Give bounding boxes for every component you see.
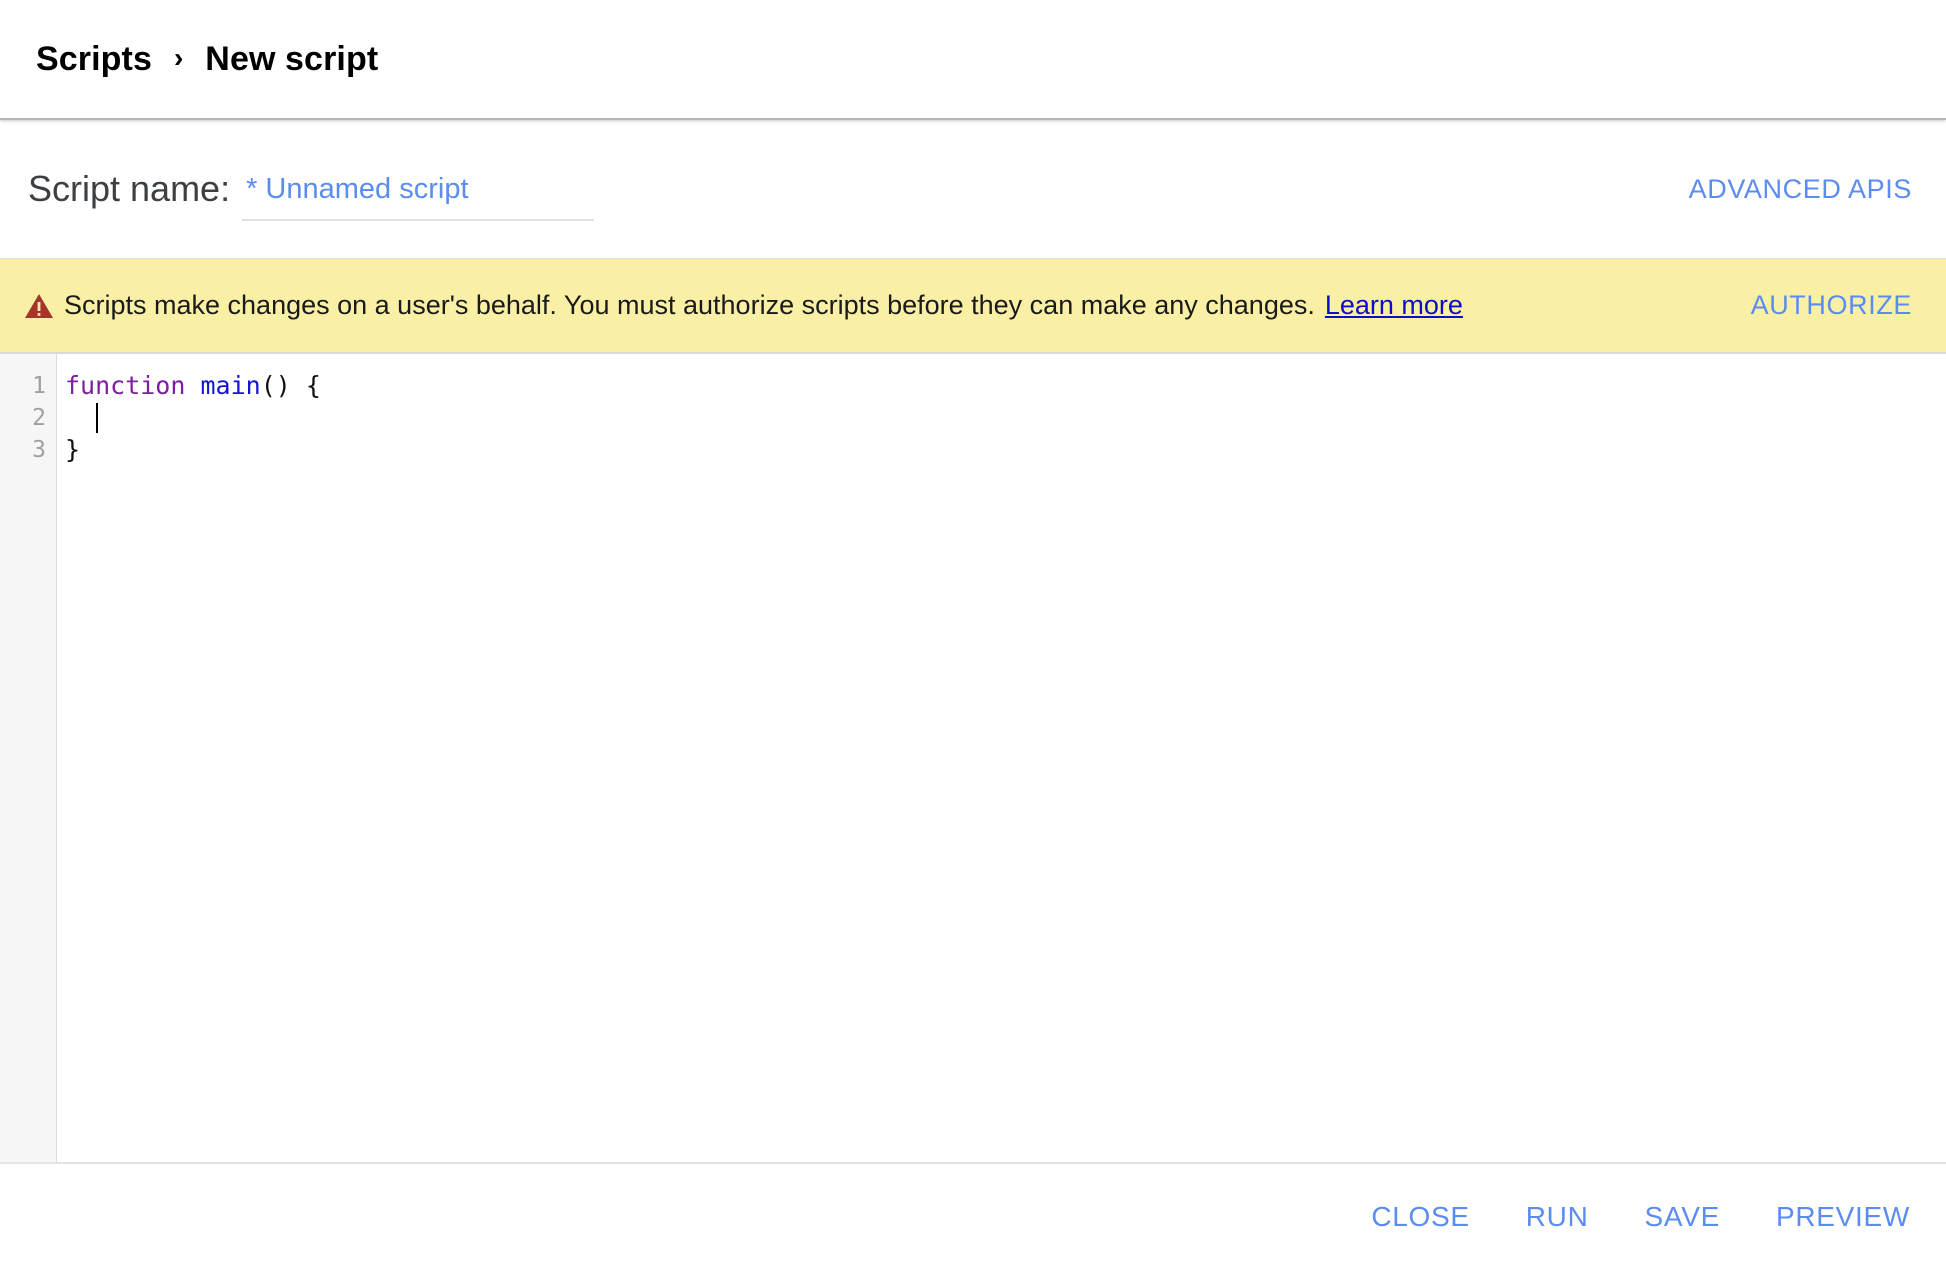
- learn-more-link[interactable]: Learn more: [1325, 290, 1463, 321]
- line-number: 1: [32, 373, 46, 399]
- script-name-row: Script name: * Unnamed script ADVANCED A…: [0, 120, 1946, 258]
- line-number: 2: [32, 405, 46, 431]
- script-editor-page: Scripts › New script Script name: * Unna…: [0, 0, 1946, 1270]
- code-line[interactable]: function main() {: [65, 370, 1946, 402]
- script-name-label: Script name:: [28, 168, 231, 209]
- code-token-function: main: [200, 371, 261, 400]
- close-button[interactable]: CLOSE: [1343, 1191, 1497, 1243]
- breadcrumb-item-scripts[interactable]: Scripts: [36, 42, 152, 76]
- warning-triangle-icon: [24, 292, 54, 320]
- code-token-plain: }: [65, 435, 81, 464]
- authorization-warning-banner: Scripts make changes on a user's behalf.…: [0, 258, 1946, 354]
- editor-gutter: 1 2 3: [0, 354, 57, 1162]
- breadcrumb: Scripts › New script: [0, 0, 1946, 120]
- line-number: 3: [32, 437, 46, 463]
- footer-actions: CLOSE RUN SAVE PREVIEW: [0, 1164, 1946, 1270]
- script-name-input-wrapper[interactable]: * Unnamed script: [242, 157, 595, 221]
- chevron-right-icon: ›: [173, 42, 184, 73]
- authorize-button[interactable]: AUTHORIZE: [1751, 290, 1916, 321]
- code-line[interactable]: }: [65, 434, 1946, 466]
- run-button[interactable]: RUN: [1498, 1191, 1617, 1243]
- code-line[interactable]: [65, 402, 1946, 434]
- advanced-apis-button[interactable]: ADVANCED APIS: [1689, 174, 1916, 205]
- code-editor[interactable]: 1 2 3 function main() { }: [0, 354, 1946, 1164]
- preview-button[interactable]: PREVIEW: [1748, 1191, 1910, 1243]
- code-token-plain: () {: [260, 371, 321, 400]
- input-underline: [242, 219, 595, 221]
- code-token-keyword: function: [65, 371, 186, 400]
- code-text-area[interactable]: function main() { }: [57, 354, 1946, 1162]
- save-button[interactable]: SAVE: [1617, 1191, 1748, 1243]
- script-name-input[interactable]: * Unnamed script: [242, 174, 468, 204]
- warning-message: Scripts make changes on a user's behalf.…: [64, 290, 1315, 320]
- breadcrumb-item-current: New script: [205, 40, 379, 78]
- text-caret: [96, 403, 99, 433]
